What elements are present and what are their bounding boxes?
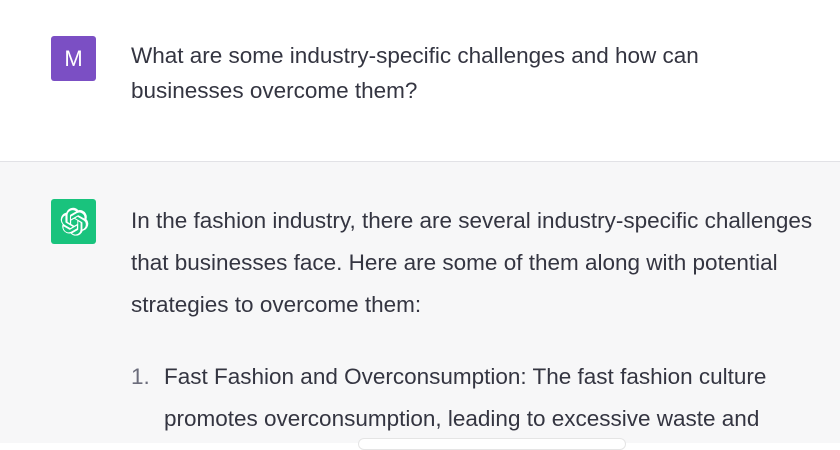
user-avatar: M [51,36,96,81]
list-item-number: 1. [131,364,150,389]
user-avatar-letter: M [64,45,83,71]
assistant-avatar [51,199,96,244]
assistant-intro-text: In the fashion industry, there are sever… [131,208,813,317]
regenerate-button-edge[interactable] [358,438,626,450]
list-item-text: Fast Fashion and Overconsumption: The fa… [164,364,767,431]
user-message-text: What are some industry-specific challeng… [131,43,699,103]
openai-logo-icon [60,207,88,236]
assistant-message-row: In the fashion industry, there are sever… [0,162,840,443]
user-message-row: M What are some industry-specific challe… [0,0,840,162]
